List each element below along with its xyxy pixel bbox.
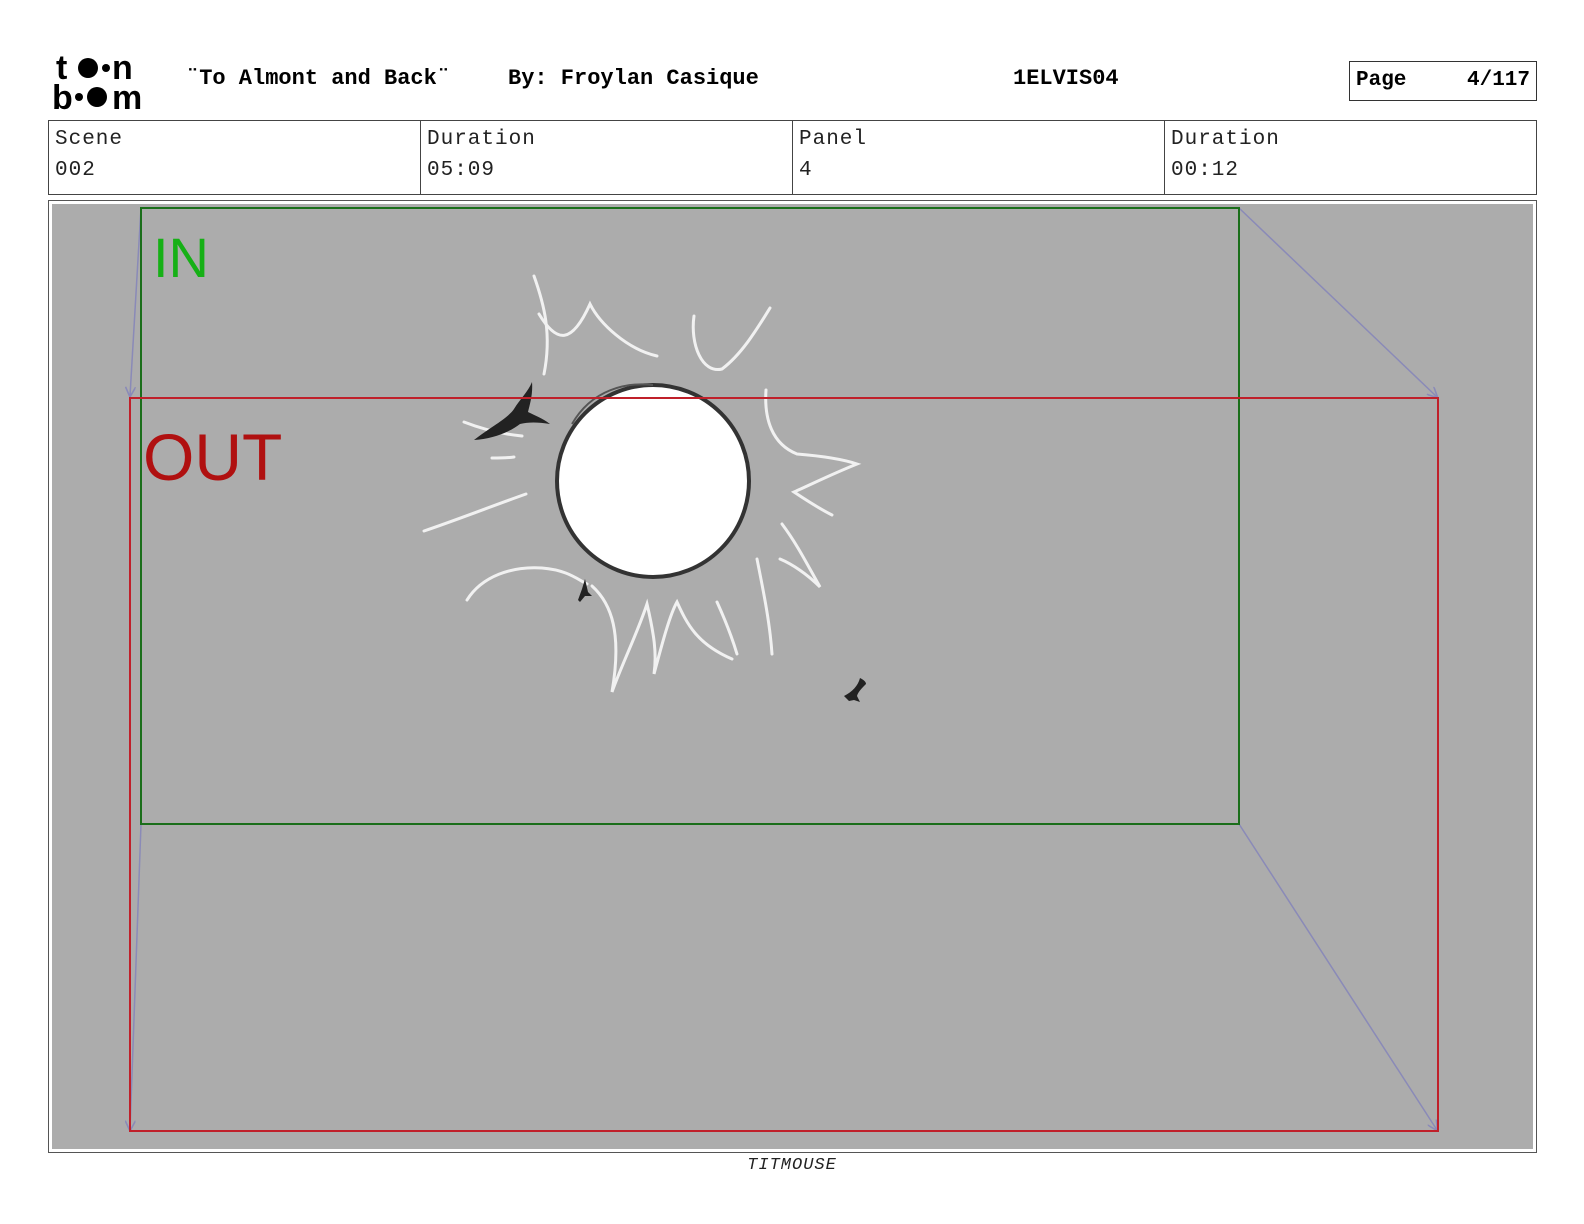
out-frame: OUT	[129, 397, 1439, 1132]
panel-value: 4	[799, 159, 813, 182]
panel-label: Panel	[799, 128, 868, 151]
scene-label: Scene	[55, 128, 124, 151]
panel-cell: Panel 4	[793, 121, 1165, 194]
toon-boom-logo: t n b m	[52, 50, 142, 112]
scene-duration-cell: Duration 05:09	[421, 121, 793, 194]
panel-duration-cell: Duration 00:12	[1165, 121, 1536, 194]
page-number: 4/117	[1466, 69, 1530, 92]
scene-value: 002	[55, 159, 96, 182]
scene-duration-label: Duration	[427, 128, 536, 151]
scene-cell: Scene 002	[49, 121, 421, 194]
scene-duration-value: 05:09	[427, 159, 496, 182]
in-label: IN	[153, 226, 209, 289]
page-indicator: Page 4/117	[1349, 61, 1537, 101]
storyboard-title: ¨To Almont and Back¨	[186, 66, 451, 91]
panel-duration-label: Duration	[1171, 128, 1280, 151]
camera-move-arrows	[130, 207, 1437, 1130]
out-label: OUT	[143, 420, 282, 494]
scene-info-table: Scene 002 Duration 05:09 Panel 4 Duratio…	[48, 120, 1537, 195]
author-credit: By: Froylan Casique	[508, 66, 759, 91]
svg-text:b: b	[52, 79, 73, 112]
panel-duration-value: 00:12	[1171, 159, 1240, 182]
sun	[555, 383, 751, 579]
svg-text:m: m	[112, 79, 142, 112]
studio-footer: TITMOUSE	[747, 1156, 837, 1175]
page-label: Page	[1356, 69, 1407, 92]
storyboard-panel: IN OUT	[52, 204, 1533, 1149]
episode-code: 1ELVIS04	[1013, 66, 1119, 91]
panel-drawing: IN OUT	[52, 207, 1533, 1149]
